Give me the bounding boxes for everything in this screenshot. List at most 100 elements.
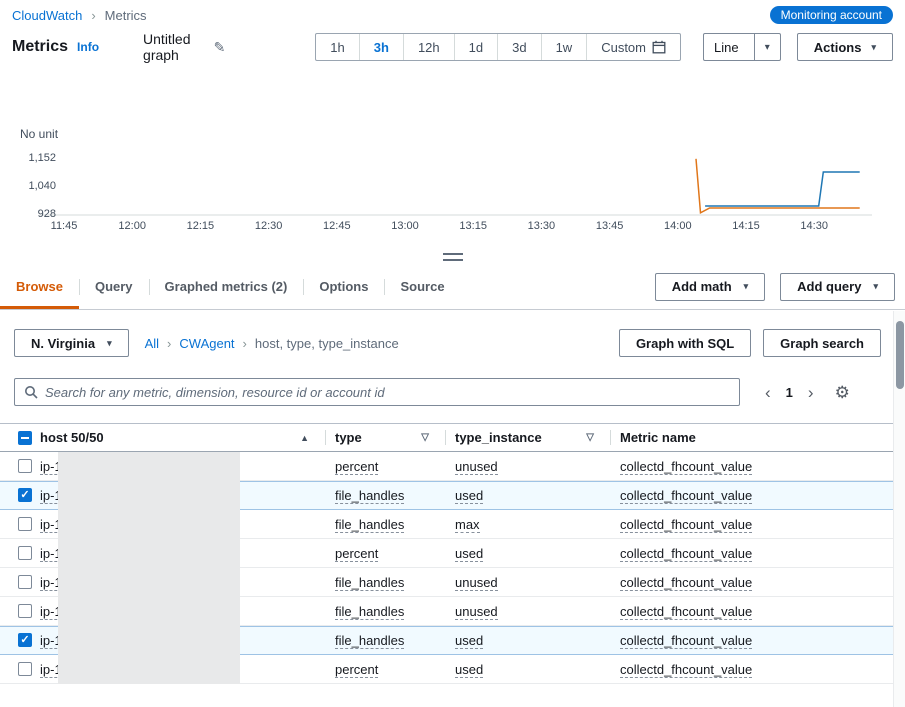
page-title: Metrics	[12, 38, 68, 56]
svg-text:13:15: 13:15	[459, 220, 487, 232]
graph-with-sql-button[interactable]: Graph with SQL	[619, 329, 751, 357]
add-math-button[interactable]: Add math ▾	[655, 273, 765, 301]
sort-ascending-icon[interactable]: ▲	[300, 433, 309, 443]
svg-text:14:15: 14:15	[732, 220, 760, 232]
graph-search-button[interactable]: Graph search	[763, 329, 881, 357]
search-input[interactable]	[45, 385, 730, 400]
row-checkbox[interactable]	[18, 517, 32, 531]
breadcrumb-all[interactable]: All	[145, 336, 159, 351]
select-all-checkbox[interactable]	[18, 431, 32, 445]
breadcrumb-cloudwatch[interactable]: CloudWatch	[12, 8, 82, 23]
top-navigation: CloudWatch › Metrics Monitoring account	[0, 0, 905, 30]
type-value[interactable]: percent	[335, 459, 378, 475]
time-range-3h[interactable]: 3h	[359, 34, 403, 60]
redacted-hostnames-overlay	[58, 452, 240, 684]
metric-name-value[interactable]: collectd_fhcount_value	[620, 488, 752, 504]
svg-text:12:15: 12:15	[187, 220, 215, 232]
metric-name-value[interactable]: collectd_fhcount_value	[620, 517, 752, 533]
metric-chart[interactable]: No unit 1,1521,04092811:4512:0012:1512:3…	[0, 64, 905, 250]
row-checkbox[interactable]	[18, 604, 32, 618]
column-header-host[interactable]: host 50/50 ▲	[40, 424, 325, 451]
region-select[interactable]: N. Virginia ▾	[14, 329, 129, 357]
type-instance-value[interactable]: used	[455, 662, 483, 678]
svg-text:12:30: 12:30	[255, 220, 283, 232]
type-value[interactable]: file_handles	[335, 604, 404, 620]
drag-handle-icon[interactable]	[443, 253, 463, 261]
tab-source[interactable]: Source	[384, 264, 460, 309]
row-checkbox[interactable]	[18, 575, 32, 589]
tab-browse[interactable]: Browse	[0, 264, 79, 309]
filter-icon[interactable]: ▽	[421, 432, 429, 443]
type-instance-value[interactable]: max	[455, 517, 480, 533]
dimension-breadcrumb: All › CWAgent › host, type, type_instanc…	[145, 336, 399, 351]
column-divider	[325, 430, 326, 445]
row-checkbox[interactable]	[18, 546, 32, 560]
add-query-button[interactable]: Add query ▾	[780, 273, 895, 301]
svg-text:13:00: 13:00	[391, 220, 419, 232]
type-instance-value[interactable]: unused	[455, 575, 498, 591]
row-checkbox[interactable]	[18, 633, 32, 647]
type-instance-value[interactable]: used	[455, 546, 483, 562]
pencil-icon[interactable]: ✎	[214, 39, 226, 56]
type-value[interactable]: file_handles	[335, 633, 404, 649]
metric-name-value[interactable]: collectd_fhcount_value	[620, 662, 752, 678]
type-value[interactable]: percent	[335, 546, 378, 562]
chart-type-select[interactable]: Line ▾	[703, 33, 781, 61]
time-range-3d[interactable]: 3d	[497, 34, 540, 60]
calendar-icon	[652, 40, 666, 54]
info-link[interactable]: Info	[77, 40, 99, 54]
breadcrumb-cwagent[interactable]: CWAgent	[179, 336, 234, 351]
caret-down-icon: ▾	[754, 34, 780, 60]
time-range-1d[interactable]: 1d	[454, 34, 497, 60]
actions-button[interactable]: Actions ▾	[797, 33, 893, 61]
filter-icon[interactable]: ▽	[586, 432, 594, 443]
tab-query[interactable]: Query	[79, 264, 149, 309]
metric-name-value[interactable]: collectd_fhcount_value	[620, 604, 752, 620]
time-range-custom[interactable]: Custom	[586, 34, 680, 60]
type-value[interactable]: file_handles	[335, 575, 404, 591]
vertical-scrollbar[interactable]	[893, 311, 905, 707]
chevron-right-icon[interactable]: ›	[808, 384, 814, 401]
row-checkbox[interactable]	[18, 459, 32, 473]
graph-title[interactable]: Untitled graph	[143, 31, 207, 63]
breadcrumb-dimensions: host, type, type_instance	[255, 336, 399, 351]
caret-down-icon: ▾	[107, 338, 112, 349]
svg-text:928: 928	[38, 208, 56, 220]
type-instance-value[interactable]: unused	[455, 459, 498, 475]
type-value[interactable]: file_handles	[335, 488, 404, 504]
metric-name-value[interactable]: collectd_fhcount_value	[620, 575, 752, 591]
type-value[interactable]: file_handles	[335, 517, 404, 533]
row-checkbox[interactable]	[18, 662, 32, 676]
time-range-1w[interactable]: 1w	[541, 34, 587, 60]
time-range-12h[interactable]: 12h	[403, 34, 454, 60]
magnifier-icon	[24, 385, 38, 399]
page-number[interactable]: 1	[786, 385, 793, 400]
metric-name-value[interactable]: collectd_fhcount_value	[620, 633, 752, 649]
breadcrumb-metrics: Metrics	[105, 8, 147, 23]
tab-options[interactable]: Options	[303, 264, 384, 309]
time-range-1h[interactable]: 1h	[316, 34, 358, 60]
type-instance-value[interactable]: used	[455, 488, 483, 504]
type-instance-value[interactable]: unused	[455, 604, 498, 620]
browse-panel: N. Virginia ▾ All › CWAgent › host, type…	[0, 310, 905, 707]
type-instance-value[interactable]: used	[455, 633, 483, 649]
chevron-right-icon: ›	[167, 336, 171, 351]
column-header-type-instance[interactable]: type_instance ▽	[445, 424, 610, 451]
column-header-type[interactable]: type ▽	[325, 424, 445, 451]
monitoring-account-badge: Monitoring account	[770, 6, 893, 24]
column-divider	[445, 430, 446, 445]
gear-icon[interactable]: ⚙	[835, 384, 850, 401]
svg-text:1,040: 1,040	[28, 180, 56, 192]
svg-text:13:45: 13:45	[596, 220, 624, 232]
caret-down-icon: ▾	[873, 281, 878, 292]
scrollbar-thumb[interactable]	[896, 321, 904, 389]
metric-name-value[interactable]: collectd_fhcount_value	[620, 546, 752, 562]
svg-text:12:00: 12:00	[118, 220, 146, 232]
metric-name-value[interactable]: collectd_fhcount_value	[620, 459, 752, 475]
type-value[interactable]: percent	[335, 662, 378, 678]
tab-graphed-metrics[interactable]: Graphed metrics (2)	[149, 264, 304, 309]
column-header-metric-name[interactable]: Metric name	[610, 424, 905, 451]
svg-text:13:30: 13:30	[528, 220, 556, 232]
row-checkbox[interactable]	[18, 488, 32, 502]
chevron-left-icon[interactable]: ‹	[765, 384, 771, 401]
